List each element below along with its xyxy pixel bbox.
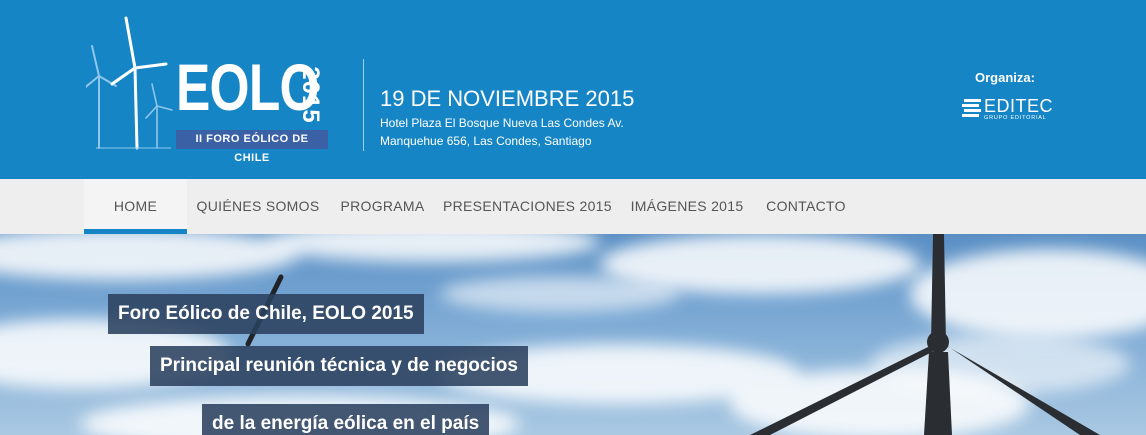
hero-caption-2: Principal reunión técnica y de negocios: [150, 346, 528, 386]
nav-imagenes[interactable]: IMÁGENES 2015: [627, 179, 747, 234]
logo-year-text: 2015: [297, 66, 324, 124]
event-info: 19 DE NOVIEMBRE 2015 Hotel Plaza El Bosq…: [380, 86, 634, 150]
editec-mark-icon: [962, 99, 981, 117]
event-address-line1: Hotel Plaza El Bosque Nueva Las Condes A…: [380, 116, 624, 130]
main-nav: HOME QUIÉNES SOMOS PROGRAMA PRESENTACION…: [0, 179, 1146, 234]
hero-caption-3: de la energía eólica en el país: [202, 404, 490, 435]
editec-tagline: GRUPO EDITORIAL: [984, 115, 1047, 121]
organizer-label: Organiza:: [975, 70, 1035, 85]
nav-quienes-somos-label: QUIÉNES SOMOS: [196, 198, 320, 214]
editec-name: EDITEC: [984, 96, 1054, 116]
logo-year: 2015: [297, 60, 324, 130]
nav-presentaciones-label: PRESENTACIONES 2015: [443, 198, 612, 214]
nav-presentaciones[interactable]: PRESENTACIONES 2015: [443, 179, 612, 234]
nav-programa[interactable]: PROGRAMA: [337, 179, 428, 234]
nav-programa-label: PROGRAMA: [340, 198, 425, 214]
eolo-logo[interactable]: EOLO 2015 II FORO EÓLICO DE CHILE: [86, 14, 336, 164]
event-date: 19 DE NOVIEMBRE 2015: [380, 86, 635, 111]
event-address-line2: Manquehue 656, Las Condes, Santiago: [380, 134, 592, 148]
hero-caption-1: Foro Eólico de Chile, EOLO 2015: [108, 294, 424, 334]
nav-contacto-label: CONTACTO: [766, 198, 846, 214]
editec-logo[interactable]: EDITEC GRUPO EDITORIAL: [962, 96, 1066, 123]
hero-background-image: [0, 234, 1146, 435]
logo-subtitle: II FORO EÓLICO DE CHILE: [176, 130, 328, 164]
hero-slider: Foro Eólico de Chile, EOLO 2015 Principa…: [0, 234, 1146, 435]
nav-contacto[interactable]: CONTACTO: [762, 179, 850, 234]
nav-home[interactable]: HOME: [84, 179, 187, 234]
nav-quienes-somos[interactable]: QUIÉNES SOMOS: [195, 179, 321, 234]
site-header: EOLO 2015 II FORO EÓLICO DE CHILE 19 DE …: [0, 0, 1146, 179]
wind-turbine-logo-icon: [86, 16, 173, 150]
header-divider: [363, 59, 364, 151]
nav-home-label: HOME: [113, 198, 158, 214]
nav-imagenes-label: IMÁGENES 2015: [630, 198, 744, 214]
